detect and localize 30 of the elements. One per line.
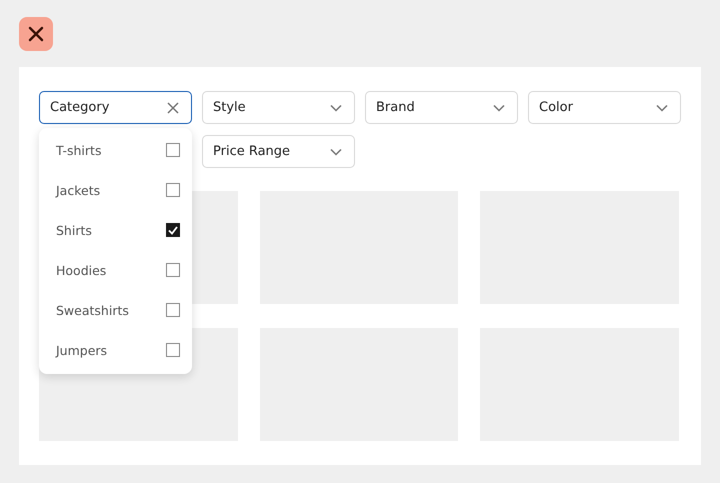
filter-dropdown[interactable]: Style: [202, 91, 355, 124]
checkbox[interactable]: [166, 183, 180, 197]
checkbox[interactable]: [166, 343, 180, 357]
close-icon: [28, 26, 44, 42]
menu-option[interactable]: Sweatshirts: [39, 290, 192, 330]
filter-dropdown[interactable]: Category: [39, 91, 192, 124]
chevron-down-icon: [656, 104, 668, 112]
clear-icon[interactable]: [167, 102, 179, 114]
check-icon: [168, 226, 178, 234]
menu-option[interactable]: Hoodies: [39, 250, 192, 290]
close-button[interactable]: [19, 17, 53, 51]
menu-option[interactable]: Shirts: [39, 210, 192, 250]
checkbox[interactable]: [166, 143, 180, 157]
filter-dropdown[interactable]: Price Range: [202, 135, 355, 168]
checkbox[interactable]: [166, 263, 180, 277]
menu-option[interactable]: T-shirts: [39, 130, 192, 170]
checkbox[interactable]: [166, 303, 180, 317]
menu-option[interactable]: Jumpers: [39, 330, 192, 370]
filter-label: Price Range: [213, 144, 290, 159]
chevron-down-icon: [493, 104, 505, 112]
filter-label: Category: [50, 100, 110, 115]
filter-dropdown[interactable]: Brand: [365, 91, 518, 124]
chevron-down-icon: [330, 104, 342, 112]
chevron-down-icon: [330, 148, 342, 156]
filter-label: Style: [213, 100, 246, 115]
filter-label: Brand: [376, 100, 415, 115]
menu-option[interactable]: Jackets: [39, 170, 192, 210]
checkbox[interactable]: [166, 223, 180, 237]
filter-dropdown[interactable]: Color: [528, 91, 681, 124]
filter-label: Color: [539, 100, 573, 115]
